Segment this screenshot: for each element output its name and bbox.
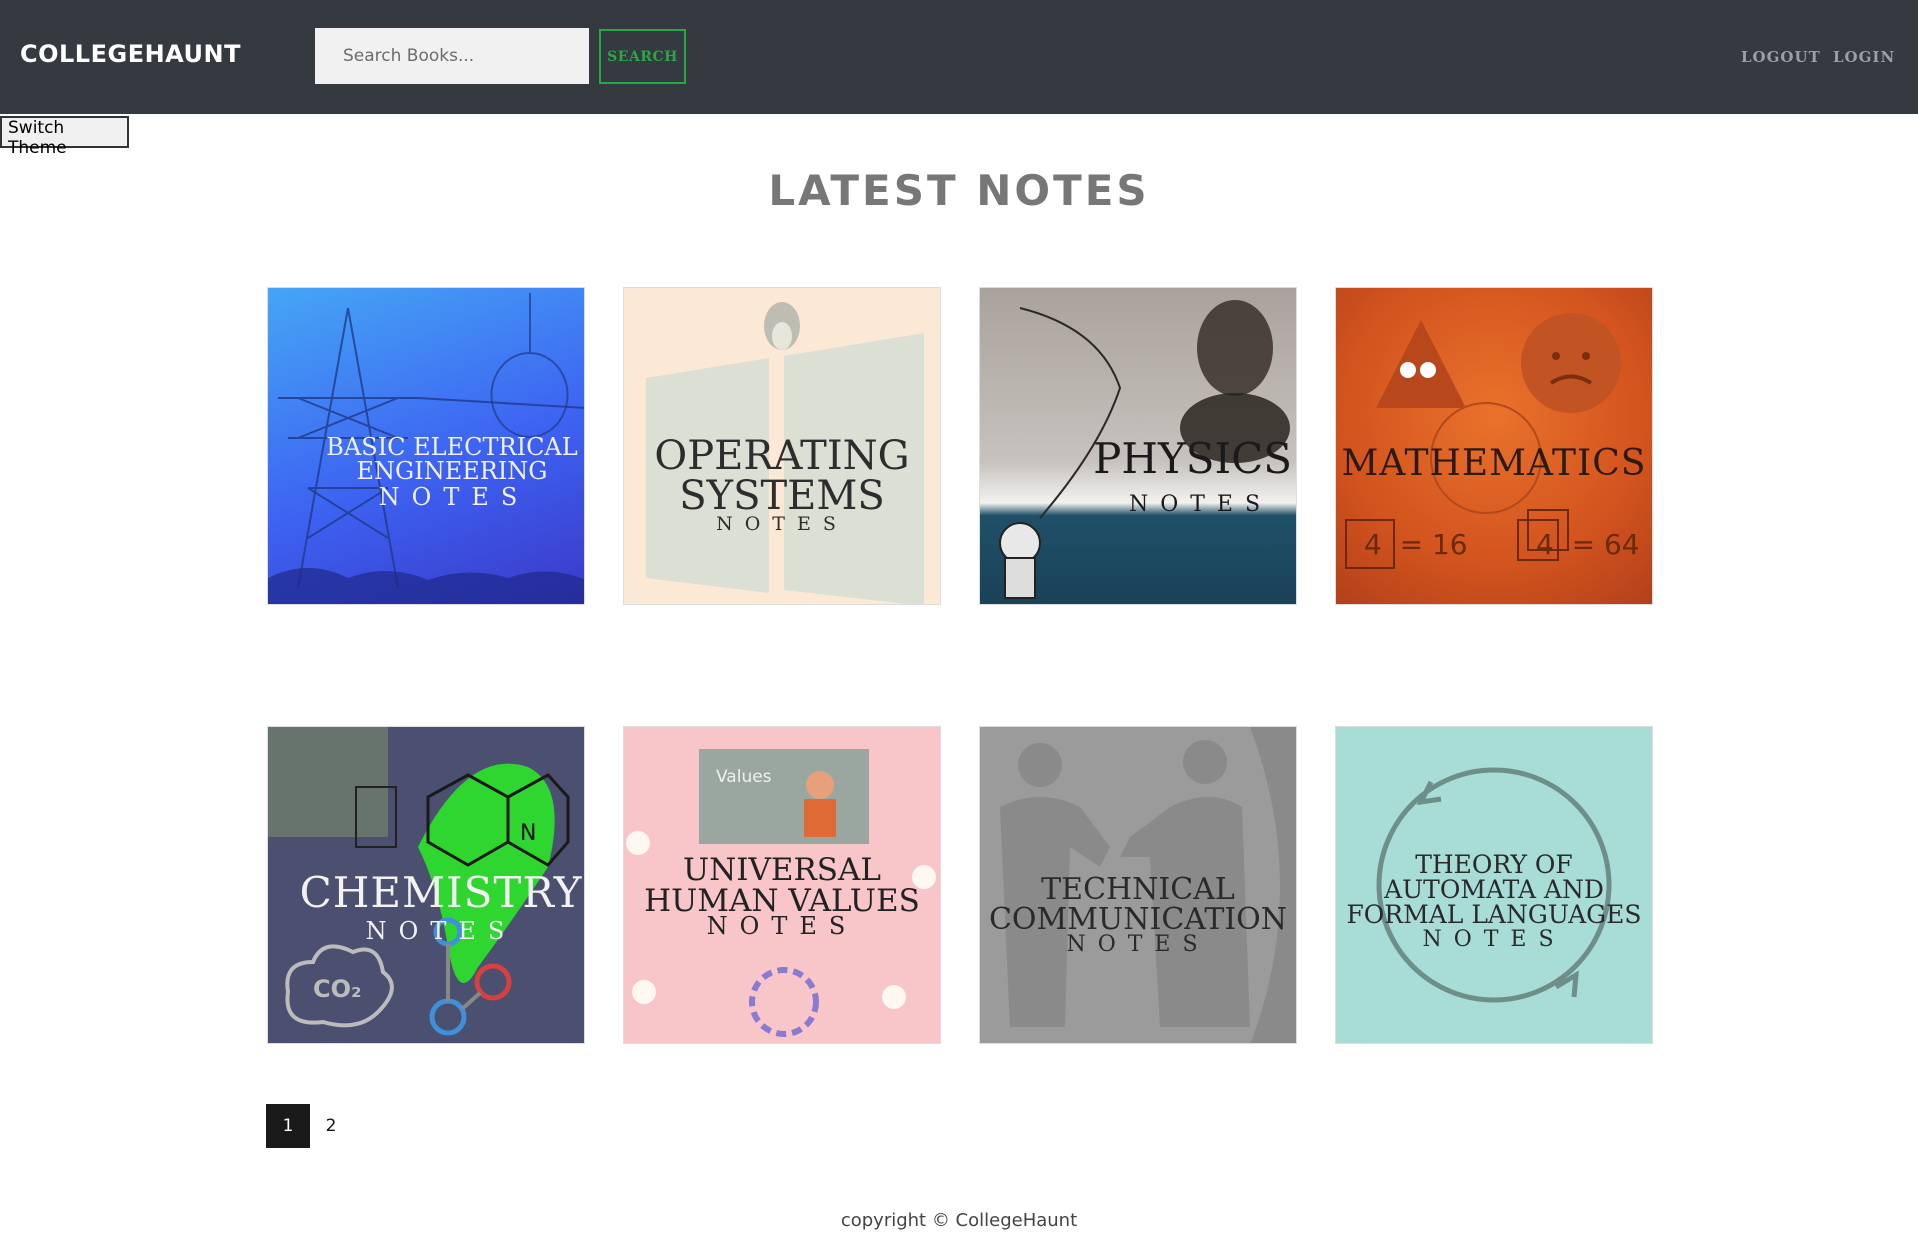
values-board-label: Values	[716, 767, 772, 787]
note-subtitle: NOTES	[1066, 932, 1210, 957]
note-card-physics[interactable]: PHYSICS NOTES	[979, 287, 1297, 605]
navbar: COLLEGEHAUNT SEARCH LOGOUT LOGIN	[0, 0, 1918, 114]
note-card-mathematics[interactable]: MATHEMATICS 4 = 16 4 = 64	[1335, 287, 1653, 605]
note-subtitle: NOTES	[1422, 927, 1566, 952]
chem-nitrogen-label: N	[520, 821, 537, 846]
note-card-basic-electrical[interactable]: BASIC ELECTRICAL ENGINEERING NOTES	[267, 287, 585, 605]
pagination-page-2[interactable]: 2	[309, 1104, 353, 1148]
note-card-chemistry[interactable]: N CO₂ CHEMISTRY NOTES	[267, 726, 585, 1044]
note-title: TECHNICAL COMMUNICATION	[988, 872, 1288, 937]
note-card-operating-systems[interactable]: OPERATING SYSTEMS NOTES	[623, 287, 941, 605]
search-button[interactable]: SEARCH	[599, 29, 686, 84]
logout-link[interactable]: LOGOUT	[1741, 48, 1821, 66]
page-title: LATEST NOTES	[768, 166, 1150, 215]
brand-logo[interactable]: COLLEGEHAUNT	[20, 40, 241, 68]
note-title: MATHEMATICS	[1341, 443, 1647, 484]
footer-copyright: copyright © CollegeHaunt	[840, 1210, 1078, 1231]
note-subtitle: NOTES	[1128, 492, 1273, 517]
switch-theme-button[interactable]: Switch Theme	[0, 116, 129, 158]
search-input[interactable]	[315, 28, 589, 84]
math-equation-1: 4 = 16	[1364, 528, 1468, 561]
note-card-technical-communication[interactable]: TECHNICAL COMMUNICATION NOTES	[979, 726, 1297, 1044]
math-equation-2: 4 = 64	[1536, 528, 1640, 561]
note-title: OPERATING SYSTEMS	[654, 433, 910, 519]
note-subtitle: NOTES	[716, 513, 848, 535]
note-card-universal-human-values[interactable]: Values UNIVERSAL HUMAN VALUES NOTES	[623, 726, 941, 1044]
note-title: UNIVERSAL HUMAN VALUES	[644, 852, 920, 919]
note-subtitle: NOTES	[378, 483, 530, 511]
note-title: CHEMISTRY	[299, 868, 583, 917]
login-link[interactable]: LOGIN	[1833, 48, 1895, 66]
note-title: BASIC ELECTRICAL ENGINEERING	[326, 433, 578, 485]
note-title: PHYSICS	[1093, 434, 1292, 483]
note-subtitle: NOTES	[706, 912, 858, 940]
note-card-theory-of-automata[interactable]: THEORY OF AUTOMATA AND FORMAL LANGUAGES …	[1335, 726, 1653, 1044]
note-subtitle: NOTES	[365, 917, 517, 945]
note-title: THEORY OF AUTOMATA AND FORMAL LANGUAGES	[1346, 850, 1642, 929]
co2-label: CO₂	[313, 975, 362, 1003]
pagination-page-1[interactable]: 1	[266, 1104, 310, 1148]
